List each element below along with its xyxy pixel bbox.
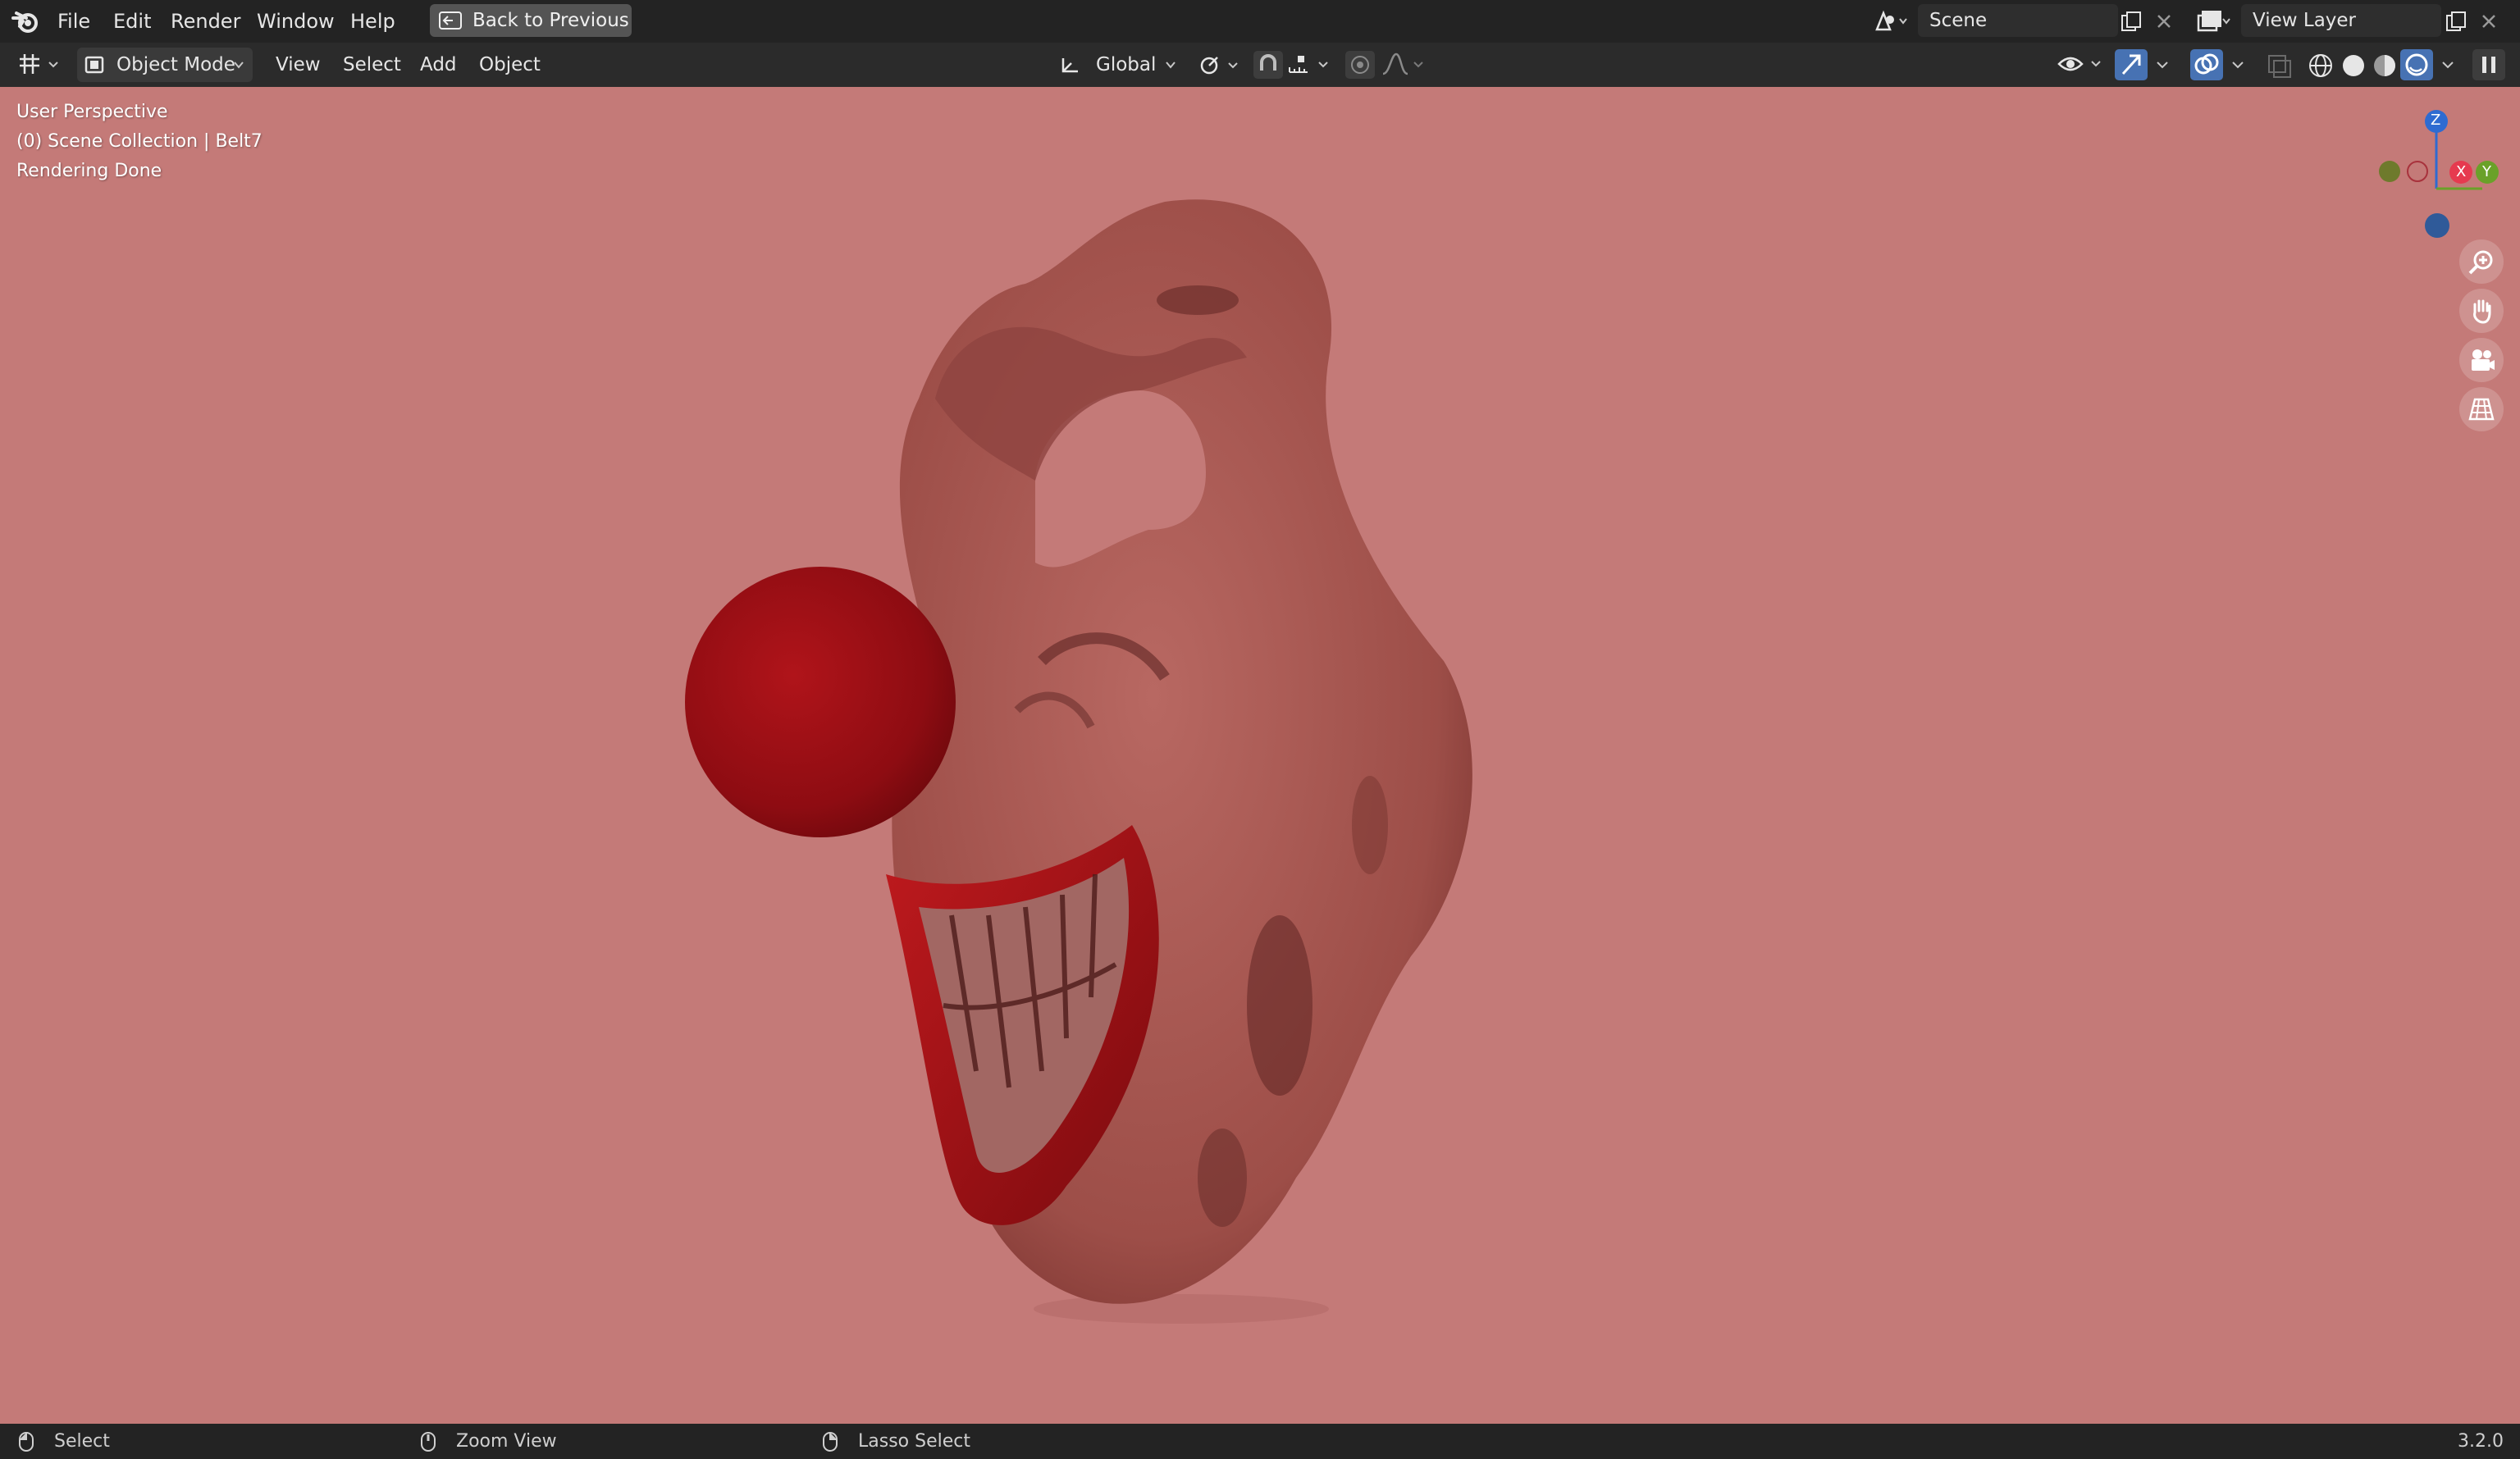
navigation-gizmo[interactable]: Z X Y [2367, 103, 2499, 251]
mouse-right-icon [823, 1432, 838, 1452]
back-to-previous-button[interactable]: Back to Previous [430, 4, 632, 37]
overlays-toggle-icon[interactable] [2190, 49, 2223, 80]
pan-hand-icon [2473, 299, 2491, 324]
zoom-in-button[interactable] [2459, 239, 2504, 284]
chevron-down-icon[interactable] [2436, 54, 2461, 77]
status-bar: Select Zoom View Lasso Select 3.2.0 [0, 1424, 2520, 1459]
scene-name-value: Scene [1929, 10, 1988, 31]
viewport-collection-label: (0) Scene Collection | Belt7 [16, 131, 262, 152]
object-mode-dropdown[interactable]: Object Mode [77, 48, 253, 82]
gizmo-y-axis[interactable]: Y [2476, 161, 2499, 184]
chevron-down-icon[interactable] [2226, 54, 2251, 77]
viewport-header: Object Mode View Select Add Object Globa… [0, 43, 2520, 87]
blender-logo-icon[interactable] [11, 8, 39, 34]
status-select: Select [54, 1431, 110, 1452]
toggle-perspective-button[interactable] [2459, 387, 2504, 431]
scene-selector-icon[interactable] [1872, 8, 1910, 34]
viewport-render-status: Rendering Done [16, 161, 162, 181]
scene-name-field[interactable]: Scene [1918, 4, 2118, 37]
status-lasso-select: Lasso Select [858, 1431, 970, 1452]
menu-object[interactable]: Object [479, 48, 541, 82]
gizmo-neg-x-axis[interactable] [2407, 161, 2428, 182]
status-zoom-view: Zoom View [456, 1431, 557, 1452]
xray-toggle-icon[interactable] [2266, 52, 2294, 79]
new-view-layer-icon[interactable] [2445, 10, 2468, 33]
pause-render-icon[interactable] [2472, 49, 2505, 80]
blender-version: 3.2.0 [2458, 1431, 2504, 1452]
viewport-perspective-label: User Perspective [16, 102, 168, 122]
chevron-down-icon [1166, 62, 1176, 69]
new-scene-icon[interactable] [2120, 10, 2143, 33]
view-layer-value: View Layer [2253, 10, 2357, 31]
viewport-gizmo-toggle-icon[interactable] [2115, 49, 2148, 80]
top-bar: File Edit Render Window Help Back to Pre… [0, 0, 2520, 43]
pan-view-button[interactable] [2459, 289, 2504, 333]
mouse-left-icon [19, 1432, 34, 1452]
rendered-shading-icon[interactable] [2400, 49, 2433, 80]
transform-orientation-label: Global [1096, 54, 1157, 75]
material-preview-shading-icon[interactable] [2369, 51, 2400, 80]
chevron-down-icon [234, 62, 244, 69]
view-layer-selector-icon[interactable] [2195, 8, 2233, 34]
solid-shading-icon[interactable] [2338, 51, 2369, 80]
gizmo-x-axis[interactable]: X [2449, 161, 2472, 184]
proportional-edit-icon[interactable] [1345, 51, 1375, 79]
menu-window[interactable]: Window [257, 0, 335, 43]
menu-select[interactable]: Select [343, 48, 401, 82]
back-screen-icon [439, 11, 462, 30]
rendered-clown-mask [685, 199, 1472, 1324]
falloff-curve-icon[interactable] [1380, 51, 1429, 79]
gizmo-neg-y-axis[interactable] [2379, 161, 2400, 182]
object-mode-label: Object Mode [116, 54, 235, 75]
back-to-previous-label: Back to Previous [472, 10, 629, 31]
gizmo-z-axis[interactable]: Z [2425, 110, 2448, 133]
pivot-point-icon[interactable] [1198, 54, 1244, 77]
menu-edit[interactable]: Edit [113, 0, 151, 43]
grid-view-icon [2468, 398, 2495, 421]
3d-viewport[interactable]: User Perspective (0) Scene Collection | … [0, 87, 2520, 1424]
gizmo-z-label: Z [2431, 112, 2441, 129]
wireframe-shading-icon[interactable] [2305, 51, 2336, 80]
gizmo-x-label: X [2456, 163, 2467, 180]
mouse-middle-icon [421, 1432, 436, 1452]
gizmo-neg-z-axis[interactable] [2425, 213, 2449, 238]
zoom-in-icon [2468, 250, 2493, 275]
close-view-layer-icon[interactable] [2479, 11, 2499, 31]
selectability-visibility-icon[interactable] [2056, 51, 2107, 79]
chevron-down-icon[interactable] [2151, 54, 2175, 77]
menu-help[interactable]: Help [350, 0, 395, 43]
object-mode-icon [84, 56, 104, 74]
camera-icon [2472, 349, 2495, 371]
view-layer-field[interactable]: View Layer [2241, 4, 2441, 37]
editor-type-icon[interactable] [15, 51, 64, 79]
menu-render[interactable]: Render [171, 0, 240, 43]
orientation-axes-icon [1061, 58, 1078, 73]
camera-view-button[interactable] [2459, 338, 2504, 382]
menu-add[interactable]: Add [420, 48, 457, 82]
snap-magnet-icon[interactable] [1253, 51, 1283, 79]
menu-file[interactable]: File [57, 0, 90, 43]
menu-view[interactable]: View [276, 48, 321, 82]
snap-increment-icon[interactable] [1285, 51, 1334, 79]
transform-orientation-dropdown[interactable]: Global [1055, 48, 1185, 82]
gizmo-y-label: Y [2482, 163, 2491, 180]
close-scene-icon[interactable] [2154, 11, 2174, 31]
